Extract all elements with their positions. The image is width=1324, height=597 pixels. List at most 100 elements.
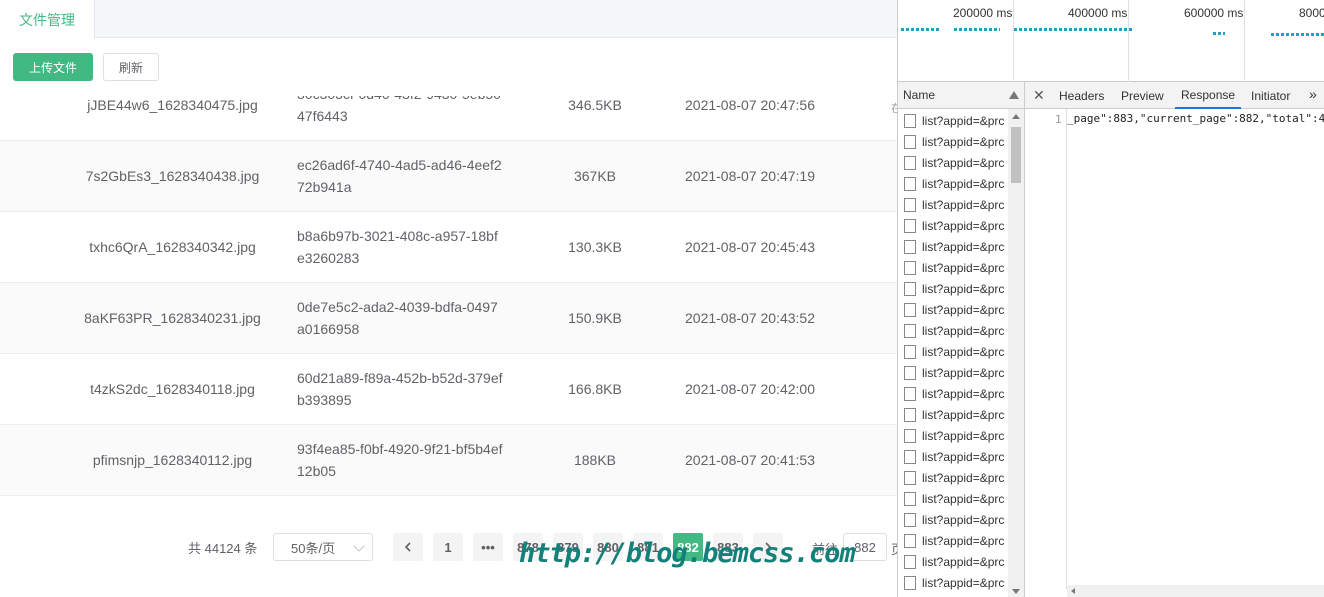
document-icon bbox=[904, 113, 916, 128]
tab-preview[interactable]: Preview bbox=[1121, 82, 1164, 109]
name-header-label: Name bbox=[903, 88, 936, 102]
tab-headers[interactable]: Headers bbox=[1059, 82, 1104, 109]
request-item[interactable]: list?appid=&prc bbox=[898, 257, 1008, 278]
request-item[interactable]: list?appid=&prc bbox=[898, 194, 1008, 215]
scroll-left-icon bbox=[1071, 588, 1075, 594]
document-icon bbox=[904, 155, 916, 170]
request-item[interactable]: list?appid=&prc bbox=[898, 530, 1008, 551]
table-row[interactable]: t4zkS2dc_1628340118.jpg 60d21a89-f89a-452… bbox=[0, 354, 897, 425]
document-icon bbox=[904, 554, 916, 569]
document-icon bbox=[904, 302, 916, 317]
file-time-cell: 2021-08-07 20:41:53 bbox=[685, 452, 815, 468]
request-item[interactable]: list?appid=&prc bbox=[898, 215, 1008, 236]
request-item[interactable]: list?appid=&prc bbox=[898, 236, 1008, 257]
file-size-cell: 346.5KB bbox=[568, 97, 622, 113]
name-column-header[interactable]: Name bbox=[898, 82, 1024, 109]
request-item[interactable]: list?appid=&prc bbox=[898, 320, 1008, 341]
request-name: list?appid=&prc bbox=[922, 533, 1005, 548]
file-name-cell: jJBE44w6_1628340475.jpg bbox=[87, 97, 258, 113]
file-uuid-cell: b8a6b97b-3021-408c-a957-18bf e3260283 bbox=[297, 212, 512, 282]
file-time-cell: 2021-08-07 20:47:19 bbox=[685, 168, 815, 184]
request-item[interactable]: list?appid=&prc bbox=[898, 299, 1008, 320]
request-name: list?appid=&prc bbox=[922, 113, 1005, 128]
document-icon bbox=[904, 428, 916, 443]
request-item[interactable]: list?appid=&prc bbox=[898, 278, 1008, 299]
refresh-button[interactable]: 刷新 bbox=[103, 53, 159, 81]
file-uuid-line: ec26ad6f-4740-4ad5-ad46-4eef2 bbox=[297, 157, 502, 173]
prev-page-button[interactable] bbox=[393, 533, 423, 561]
double-chevron-right-icon[interactable]: » bbox=[1309, 86, 1317, 102]
request-name: list?appid=&prc bbox=[922, 344, 1005, 359]
timeline-tick: 400000 ms bbox=[1068, 6, 1128, 20]
request-name: list?appid=&prc bbox=[922, 176, 1005, 191]
table-row[interactable]: 7s2GbEs3_1628340438.jpg ec26ad6f-4740-4ad… bbox=[0, 141, 897, 212]
request-item[interactable]: list?appid=&prc bbox=[898, 425, 1008, 446]
file-size-cell: 150.9KB bbox=[568, 310, 622, 326]
request-item[interactable]: list?appid=&prc bbox=[898, 341, 1008, 362]
request-item[interactable]: list?appid=&prc bbox=[898, 488, 1008, 509]
request-item[interactable]: list?appid=&prc bbox=[898, 173, 1008, 194]
page-size-select[interactable]: 50条/页 bbox=[273, 533, 373, 561]
request-item[interactable]: list?appid=&prc bbox=[898, 551, 1008, 572]
request-item[interactable]: list?appid=&prc bbox=[898, 131, 1008, 152]
table-row[interactable]: pfimsnjp_1628340112.jpg 93f4ea85-f0bf-492… bbox=[0, 425, 897, 496]
request-name: list?appid=&prc bbox=[922, 281, 1005, 296]
request-item[interactable]: list?appid=&prc bbox=[898, 404, 1008, 425]
tab-initiator[interactable]: Initiator bbox=[1251, 82, 1290, 109]
request-name: list?appid=&prc bbox=[922, 554, 1005, 569]
response-body[interactable]: 1 _page":883,"current_page":882,"total":… bbox=[1025, 109, 1324, 597]
request-list: Name list?appid=&prc list?appid=&prc list?… bbox=[898, 82, 1025, 597]
request-name: list?appid=&prc bbox=[922, 575, 1005, 590]
document-icon bbox=[904, 281, 916, 296]
file-name-cell: 8aKF63PR_1628340231.jpg bbox=[84, 310, 261, 326]
timeline-gridline bbox=[1128, 0, 1129, 82]
request-name: list?appid=&prc bbox=[922, 491, 1005, 506]
upload-button[interactable]: 上传文件 bbox=[13, 53, 93, 81]
page-ellipsis-button[interactable]: ••• bbox=[473, 533, 503, 561]
file-uuid-line: 12b05 bbox=[297, 463, 336, 479]
tab-file-management[interactable]: 文件管理 bbox=[0, 0, 95, 39]
request-name: list?appid=&prc bbox=[922, 470, 1005, 485]
close-icon[interactable]: ✕ bbox=[1033, 87, 1045, 104]
file-uuid-line: 72b941a bbox=[297, 179, 352, 195]
document-icon bbox=[904, 386, 916, 401]
file-time-cell: 2021-08-07 20:42:00 bbox=[685, 381, 815, 397]
scroll-up-icon bbox=[1012, 114, 1020, 119]
timeline-tick: 600000 ms bbox=[1184, 6, 1244, 20]
request-item[interactable]: list?appid=&prc bbox=[898, 152, 1008, 173]
file-name-cell: 7s2GbEs3_1628340438.jpg bbox=[85, 168, 260, 184]
timeline-request-bar bbox=[901, 28, 941, 31]
request-item[interactable]: list?appid=&prc bbox=[898, 446, 1008, 467]
timeline-request-bar bbox=[954, 28, 1000, 31]
network-timeline[interactable]: 200000 ms 400000 ms 600000 ms 8000 bbox=[898, 0, 1324, 82]
document-icon bbox=[904, 407, 916, 422]
scrollbar-thumb[interactable] bbox=[1011, 127, 1021, 183]
file-uuid-line: e3260283 bbox=[297, 250, 360, 266]
document-icon bbox=[904, 365, 916, 380]
request-list-scrollbar[interactable] bbox=[1008, 109, 1024, 597]
timeline-tick: 200000 ms bbox=[953, 6, 1013, 20]
tab-response[interactable]: Response bbox=[1175, 82, 1242, 109]
request-item[interactable]: list?appid=&prc bbox=[898, 110, 1008, 131]
document-icon bbox=[904, 260, 916, 275]
file-table: jJBE44w6_1628340475.jpg 30c303cf-0d40-43f… bbox=[0, 96, 897, 498]
document-icon bbox=[904, 239, 916, 254]
request-item[interactable]: list?appid=&prc bbox=[898, 362, 1008, 383]
request-item[interactable]: list?appid=&prc bbox=[898, 383, 1008, 404]
request-item[interactable]: list?appid=&prc bbox=[898, 509, 1008, 530]
file-uuid-line: 60d21a89-f89a-452b-b52d-379ef bbox=[297, 370, 503, 386]
table-row[interactable]: jJBE44w6_1628340475.jpg 30c303cf-0d40-43f… bbox=[0, 96, 897, 141]
chevron-down-icon bbox=[353, 540, 365, 552]
page-button-first[interactable]: 1 bbox=[433, 533, 463, 561]
table-row[interactable]: txhc6QrA_1628340342.jpg b8a6b97b-3021-408… bbox=[0, 212, 897, 283]
file-size-cell: 367KB bbox=[573, 168, 617, 184]
request-item[interactable]: list?appid=&prc bbox=[898, 572, 1008, 593]
table-row[interactable]: 8aKF63PR_1628340231.jpg 0de7e5c2-ada2-403… bbox=[0, 283, 897, 354]
timeline-request-bar bbox=[1271, 33, 1324, 36]
file-uuid-cell: ec26ad6f-4740-4ad5-ad46-4eef2 72b941a bbox=[297, 141, 512, 211]
watermark-text: http://blog.bemcss.com bbox=[519, 538, 856, 569]
file-size-cell: 188KB bbox=[573, 452, 617, 468]
response-horizontal-scrollbar[interactable] bbox=[1067, 585, 1324, 597]
response-text: _page":883,"current_page":882,"total":4 bbox=[1067, 112, 1324, 125]
request-item[interactable]: list?appid=&prc bbox=[898, 467, 1008, 488]
